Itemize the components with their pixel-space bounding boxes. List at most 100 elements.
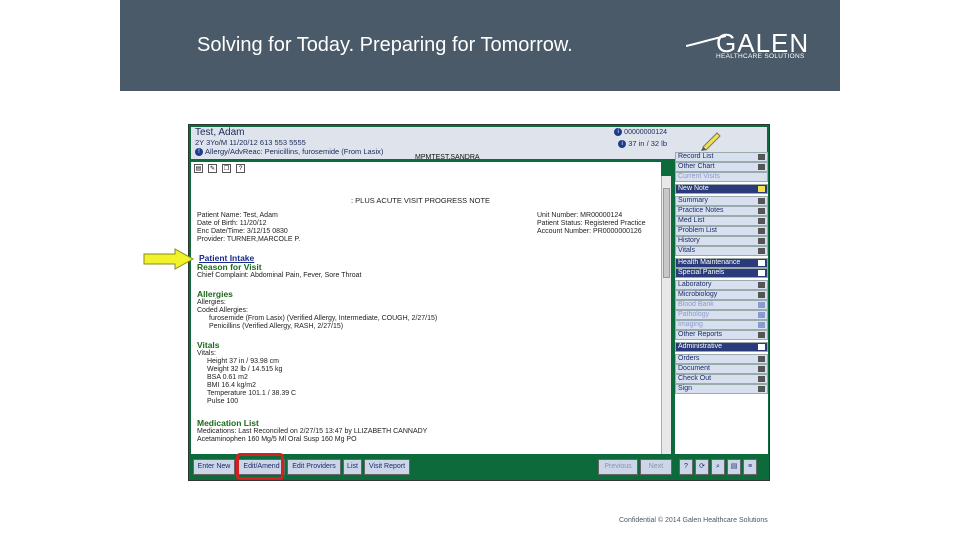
current-user: MPMTEST,SANDRA (415, 154, 480, 161)
sidebar-item-vitals[interactable]: Vitals (675, 246, 768, 256)
document-icon (758, 366, 765, 372)
sidebar-label: Other Reports (678, 331, 722, 338)
sidebar-label: Health Maintenance (678, 259, 741, 266)
sidebar-item-other-chart[interactable]: Other Chart (675, 162, 768, 172)
sidebar-item-microbiology[interactable]: Microbiology (675, 290, 768, 300)
info-icon: i (614, 128, 623, 136)
height-weight: i 37 in / 32 lb (618, 139, 667, 149)
edit-amend-highlight (236, 453, 284, 480)
chart-sidebar: Record List Other Chart Current Visits N… (675, 152, 768, 454)
enter-new-button[interactable]: Enter New (193, 459, 235, 475)
sidebar-item-laboratory[interactable]: Laboratory (675, 280, 768, 290)
progress-note-document: : PLUS ACUTE VISIT PROGRESS NOTE Patient… (191, 176, 661, 454)
med-icon (758, 218, 765, 224)
sidebar-label: Med List (678, 217, 705, 224)
allergies-label: Allergies: (197, 299, 226, 306)
medication-item: Acetaminophen 160 Mg/5 Ml Oral Susp 160 … (197, 436, 357, 443)
reports-icon (758, 332, 765, 338)
sidebar-item-orders[interactable]: Orders (675, 354, 768, 364)
scroll-thumb[interactable] (663, 188, 670, 278)
patient-name-field: Patient Name: Test, Adam (197, 212, 278, 219)
sidebar-item-check-out[interactable]: Check Out (675, 374, 768, 384)
info-icon: i (618, 140, 627, 149)
refresh-icon[interactable]: ⟳ (695, 459, 709, 475)
vital-bmi: BMI 16.4 kg/m2 (207, 382, 257, 389)
account-number: i 00000000124 (614, 128, 667, 136)
coded-allergies: Coded Allergies: (197, 307, 248, 314)
sidebar-item-special-panels[interactable]: Special Panels (675, 268, 768, 278)
sidebar-label: Administrative (678, 343, 722, 350)
sidebar-item-document[interactable]: Document (675, 364, 768, 374)
sidebar-item-blood-bank[interactable]: Blood Bank (675, 300, 768, 310)
sidebar-label: Document (678, 365, 710, 372)
logo-sub: HEALTHCARE SOLUTIONS (716, 53, 805, 60)
sidebar-item-summary[interactable]: Summary (675, 196, 768, 206)
provider-field: Provider: TURNER,MARCOLE P. (197, 236, 301, 243)
sidebar-item-current-visits[interactable]: Current Visits (675, 172, 768, 182)
sidebar-item-pathology[interactable]: Pathology (675, 310, 768, 320)
list-button[interactable]: List (343, 459, 362, 475)
medications-line: Medications: Last Reconciled on 2/27/15 … (197, 428, 428, 435)
vitals-heading: Vitals (197, 340, 220, 350)
print-icon[interactable]: ▤ (194, 164, 203, 173)
sidebar-item-history[interactable]: History (675, 236, 768, 246)
pointer-arrow-icon (143, 248, 195, 270)
sidebar-item-problem-list[interactable]: Problem List (675, 226, 768, 236)
allergies-heading: Allergies (197, 289, 233, 299)
sidebar-item-other-reports[interactable]: Other Reports (675, 330, 768, 340)
sidebar-item-imaging[interactable]: Imaging (675, 320, 768, 330)
document-scrollbar[interactable] (661, 176, 671, 454)
menu-icon[interactable]: ≡ (743, 459, 757, 475)
lab-icon (758, 282, 765, 288)
sidebar-item-administrative[interactable]: Administrative (675, 342, 768, 352)
alert-icon: ! (195, 148, 203, 157)
sidebar-label: Summary (678, 197, 708, 204)
tagline: Solving for Today. Preparing for Tomorro… (197, 34, 573, 56)
sidebar-item-record-list[interactable]: Record List (675, 152, 768, 162)
footer-confidential: Confidential © 2014 Galen Healthcare Sol… (619, 517, 768, 524)
sidebar-label: Other Chart (678, 163, 715, 170)
sidebar-label: Problem List (678, 227, 717, 234)
sidebar-item-practice-notes[interactable]: Practice Notes (675, 206, 768, 216)
vitals-label: Vitals: (197, 350, 216, 357)
vital-bsa: BSA 0.61 m2 (207, 374, 248, 381)
document-toolbar: ▤ ✎ ❐ ? (191, 162, 661, 176)
sidebar-item-new-note[interactable]: New Note (675, 184, 768, 194)
note-icon (758, 186, 765, 192)
health-icon (758, 260, 765, 266)
previous-button[interactable]: Previous (598, 459, 638, 475)
search-icon[interactable]: ⌕ (711, 459, 725, 475)
next-button[interactable]: Next (640, 459, 672, 475)
tool-icon (758, 154, 765, 160)
sidebar-label: Imaging (678, 321, 703, 328)
sidebar-label: Record List (678, 153, 714, 160)
sidebar-label: Vitals (678, 247, 695, 254)
sidebar-label: Special Panels (678, 269, 725, 276)
blood-icon (758, 302, 765, 308)
help-icon[interactable]: ? (679, 459, 693, 475)
vital-height: Height 37 in / 93.98 cm (207, 358, 279, 365)
edit-providers-button[interactable]: Edit Providers (287, 459, 341, 475)
dob-field: Date of Birth: 11/20/12 (197, 220, 267, 227)
sidebar-item-med-list[interactable]: Med List (675, 216, 768, 226)
pencil-icon[interactable] (699, 129, 723, 151)
reason-heading: Reason for Visit (197, 262, 262, 272)
sidebar-item-health-maintenance[interactable]: Health Maintenance (675, 258, 768, 268)
sidebar-label: History (678, 237, 700, 244)
sidebar-item-sign[interactable]: Sign (675, 384, 768, 394)
account-text: 00000000124 (624, 128, 667, 136)
sidebar-label: Pathology (678, 311, 710, 318)
slide-header: Solving for Today. Preparing for Tomorro… (120, 0, 840, 91)
print-icon[interactable]: ▤ (727, 459, 741, 475)
visit-report-button[interactable]: Visit Report (364, 459, 410, 475)
notes-icon (758, 208, 765, 214)
account-number-field: Account Number: PR0000000126 (537, 228, 642, 235)
pathology-icon (758, 312, 765, 318)
copy-icon[interactable]: ❐ (222, 164, 231, 173)
micro-icon (758, 292, 765, 298)
help-icon[interactable]: ? (236, 164, 245, 173)
patient-demographics: 2Y 3Yo/M 11/20/12 613 553 5555 (195, 138, 306, 147)
galen-logo: GALEN HEALTHCARE SOLUTIONS (686, 28, 816, 62)
sidebar-label: Current Visits (678, 173, 720, 180)
edit-icon[interactable]: ✎ (208, 164, 217, 173)
